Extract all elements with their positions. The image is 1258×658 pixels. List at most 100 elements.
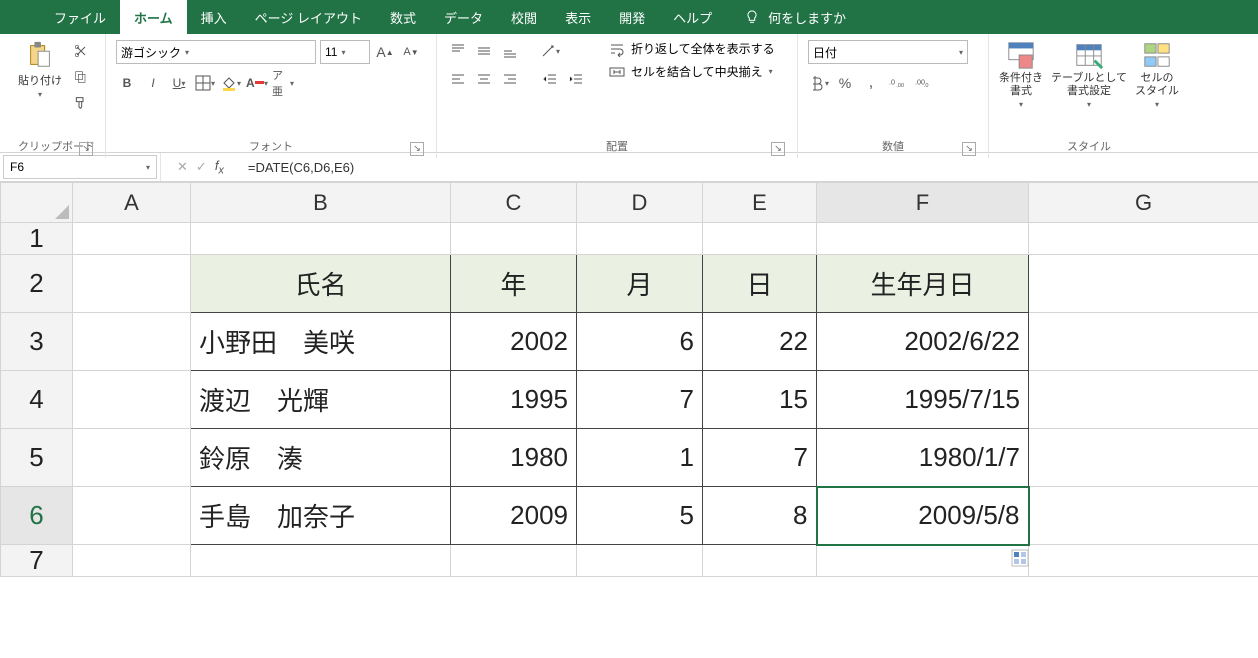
italic-button[interactable]: I xyxy=(142,72,164,94)
cell[interactable]: 1980 xyxy=(451,429,577,487)
cell[interactable] xyxy=(191,545,451,577)
borders-button[interactable]: ▾ xyxy=(194,72,216,94)
cell[interactable] xyxy=(1029,223,1258,255)
dialog-launcher-icon[interactable]: ↘ xyxy=(771,142,785,156)
col-header-F[interactable]: F xyxy=(817,183,1029,223)
font-name-combo[interactable]: 游ゴシック▾ xyxy=(116,40,316,64)
row-header-1[interactable]: 1 xyxy=(1,223,73,255)
cell[interactable] xyxy=(73,371,191,429)
tab-file[interactable]: ファイル xyxy=(40,0,120,34)
cell[interactable]: 1995/7/15 xyxy=(817,371,1029,429)
align-bottom-button[interactable] xyxy=(499,40,521,62)
cell[interactable] xyxy=(73,255,191,313)
cell[interactable] xyxy=(1029,487,1258,545)
font-size-combo[interactable]: 11▾ xyxy=(320,40,370,64)
cell[interactable] xyxy=(73,313,191,371)
cell[interactable] xyxy=(703,545,817,577)
cell[interactable]: 鈴原 湊 xyxy=(191,429,451,487)
tab-help[interactable]: ヘルプ xyxy=(659,0,726,34)
cell[interactable]: 7 xyxy=(577,371,703,429)
copy-button[interactable] xyxy=(70,66,92,88)
cell[interactable] xyxy=(817,545,1029,577)
row-header-3[interactable]: 3 xyxy=(1,313,73,371)
cell[interactable] xyxy=(703,223,817,255)
row-header-5[interactable]: 5 xyxy=(1,429,73,487)
row-header-2[interactable]: 2 xyxy=(1,255,73,313)
increase-decimal-button[interactable]: .0.00 xyxy=(886,72,908,94)
tab-page-layout[interactable]: ページ レイアウト xyxy=(241,0,376,34)
active-cell[interactable]: 2009/5/8 xyxy=(817,487,1029,545)
align-center-button[interactable] xyxy=(473,68,495,90)
decrease-font-button[interactable]: A▼ xyxy=(400,41,422,63)
cell[interactable]: 2002/6/22 xyxy=(817,313,1029,371)
increase-font-button[interactable]: A▲ xyxy=(374,41,396,63)
cell[interactable] xyxy=(577,545,703,577)
cell[interactable]: 1 xyxy=(577,429,703,487)
cell[interactable] xyxy=(1029,255,1258,313)
cell[interactable] xyxy=(1029,371,1258,429)
tell-me-search[interactable]: 何をしますか xyxy=(744,0,846,34)
cell[interactable] xyxy=(1029,545,1258,577)
cell[interactable]: 1980/1/7 xyxy=(817,429,1029,487)
tab-insert[interactable]: 挿入 xyxy=(187,0,241,34)
cell[interactable]: 年 xyxy=(451,255,577,313)
phonetic-button[interactable]: ア亜▾ xyxy=(272,72,294,94)
cell[interactable] xyxy=(73,545,191,577)
cell[interactable] xyxy=(1029,429,1258,487)
tab-review[interactable]: 校閲 xyxy=(497,0,551,34)
align-middle-button[interactable] xyxy=(473,40,495,62)
fx-icon[interactable]: fx xyxy=(215,158,224,177)
cell[interactable]: 22 xyxy=(703,313,817,371)
accounting-button[interactable]: ▾ xyxy=(808,72,830,94)
wrap-text-button[interactable]: 折り返して全体を表示する xyxy=(609,40,775,57)
autofill-options-icon[interactable] xyxy=(1011,549,1029,567)
cell[interactable]: 15 xyxy=(703,371,817,429)
paste-button[interactable]: 貼り付け ▾ xyxy=(18,40,62,99)
number-format-combo[interactable]: 日付▾ xyxy=(808,40,968,64)
cell[interactable] xyxy=(451,223,577,255)
row-header-6[interactable]: 6 xyxy=(1,487,73,545)
col-header-C[interactable]: C xyxy=(451,183,577,223)
bold-button[interactable]: B xyxy=(116,72,138,94)
format-as-table-button[interactable]: テーブルとして 書式設定▾ xyxy=(1051,40,1127,109)
cell[interactable]: 生年月日 xyxy=(817,255,1029,313)
dialog-launcher-icon[interactable]: ↘ xyxy=(410,142,424,156)
conditional-format-button[interactable]: 条件付き 書式▾ xyxy=(999,40,1043,109)
worksheet-grid[interactable]: A B C D E F G 1 2 氏名 年 月 日 生年月日 3 小野田 美咲… xyxy=(0,182,1258,577)
decrease-decimal-button[interactable]: .00.0 xyxy=(912,72,934,94)
tab-formulas[interactable]: 数式 xyxy=(376,0,430,34)
cell-styles-button[interactable]: セルの スタイル▾ xyxy=(1135,40,1179,109)
cell[interactable]: 月 xyxy=(577,255,703,313)
col-header-G[interactable]: G xyxy=(1029,183,1258,223)
col-header-B[interactable]: B xyxy=(191,183,451,223)
decrease-indent-button[interactable] xyxy=(539,68,561,90)
name-box[interactable]: F6 ▾ xyxy=(3,155,157,179)
dialog-launcher-icon[interactable]: ↘ xyxy=(962,142,976,156)
row-header-4[interactable]: 4 xyxy=(1,371,73,429)
orientation-button[interactable]: ▾ xyxy=(539,40,561,62)
dialog-launcher-icon[interactable]: ↘ xyxy=(79,142,93,156)
cell[interactable]: 小野田 美咲 xyxy=(191,313,451,371)
cell[interactable] xyxy=(577,223,703,255)
cancel-formula-button[interactable]: ✕ xyxy=(177,159,188,175)
align-left-button[interactable] xyxy=(447,68,469,90)
font-color-button[interactable]: A▾ xyxy=(246,72,268,94)
cell[interactable] xyxy=(191,223,451,255)
col-header-A[interactable]: A xyxy=(73,183,191,223)
cell[interactable] xyxy=(451,545,577,577)
comma-button[interactable]: , xyxy=(860,72,882,94)
cell[interactable]: 1995 xyxy=(451,371,577,429)
cell[interactable] xyxy=(73,487,191,545)
cell[interactable]: 渡辺 光輝 xyxy=(191,371,451,429)
tab-home[interactable]: ホーム xyxy=(120,0,187,34)
merge-center-button[interactable]: セルを結合して中央揃え ▾ xyxy=(609,63,775,80)
tab-data[interactable]: データ xyxy=(430,0,497,34)
col-header-E[interactable]: E xyxy=(703,183,817,223)
tab-developer[interactable]: 開発 xyxy=(605,0,659,34)
underline-button[interactable]: U ▾ xyxy=(168,72,190,94)
align-top-button[interactable] xyxy=(447,40,469,62)
select-all-corner[interactable] xyxy=(1,183,73,223)
cell[interactable]: 5 xyxy=(577,487,703,545)
fill-color-button[interactable]: ▾ xyxy=(220,72,242,94)
cell[interactable]: 手島 加奈子 xyxy=(191,487,451,545)
